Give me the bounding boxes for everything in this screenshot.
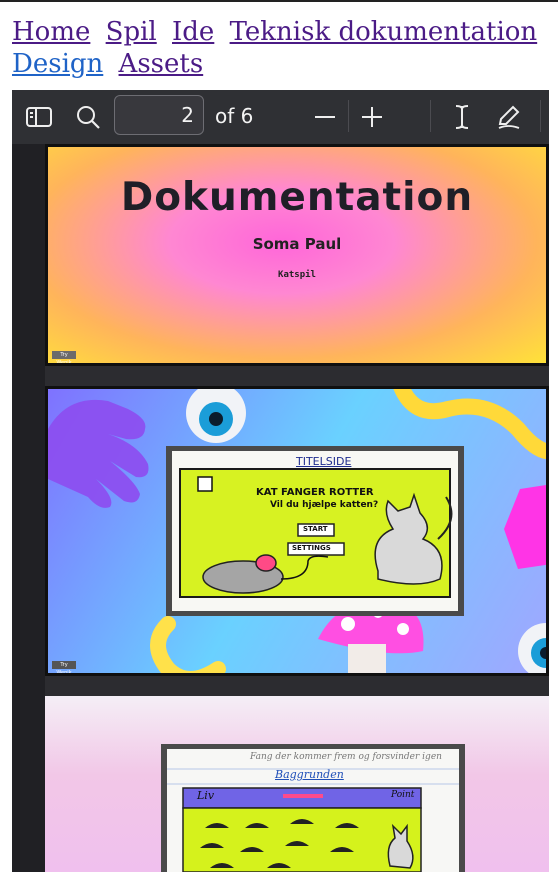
text-cursor-icon[interactable] [447,102,477,132]
pdf-toolbar: 2 of 6 [12,90,549,144]
sidebar-icon[interactable] [24,102,54,132]
nav-link-assets[interactable]: Assets [119,49,204,79]
site-nav: Home Spil Ide Teknisk dokumentation Desi… [12,16,552,80]
photo-point-label: Point [391,790,415,800]
photo-heading: Baggrunden [275,768,344,781]
nav-link-design[interactable]: Design [12,49,103,79]
wepik-tag: Try Wepik [52,661,76,673]
toolbar-divider [430,100,431,132]
photo-liv-label: Liv [197,789,215,802]
zoom-out-icon[interactable] [310,102,340,132]
page-count-label: of 6 [215,104,254,128]
page-number-input[interactable]: 2 [114,95,204,135]
photo-text-line-2: Vil du hjælpe katten? [270,500,379,510]
nav-link-spil[interactable]: Spil [106,17,157,47]
draw-icon[interactable] [494,102,524,132]
toolbar-divider [348,100,349,132]
search-icon[interactable] [73,102,103,132]
slide-title: Dokumentation [120,175,474,220]
photo-text-line-1: KAT FANGER ROTTER [256,487,374,498]
photo-heading: TITELSIDE [296,455,352,468]
slide-photo-art [161,744,465,872]
pdf-page-2: TITELSIDE KAT FANGER ROTTER Vil du hjælp… [45,386,549,676]
slide-background-art [48,389,546,673]
pdf-page-3: Fang der kommer frem og forsvinder igen … [45,696,549,872]
document-area[interactable]: Dokumentation Soma Paul Katspil Try Wepi… [12,144,549,872]
photo-note-line: Fang der kommer frem og forsvinder igen [250,752,442,762]
nav-link-home[interactable]: Home [12,17,90,47]
pdf-viewer: 2 of 6 Dokumentation Soma Paul Katspil T… [12,90,549,872]
photo-start-button: START [303,525,328,533]
zoom-in-icon[interactable] [357,102,387,132]
photo-settings-button: SETTINGS [292,544,331,552]
thumbnail-gutter [12,144,45,872]
nav-link-ide[interactable]: Ide [172,17,214,47]
slide-subtitle: Katspil [278,270,316,280]
pdf-page-1: Dokumentation Soma Paul Katspil Try Wepi… [45,144,549,366]
nav-link-teknisk-dokumentation[interactable]: Teknisk dokumentation [230,17,538,47]
toolbar-divider [540,100,541,132]
wepik-tag: Try Wepik [52,351,76,363]
top-border [0,0,558,2]
slide-author: Soma Paul [252,235,342,253]
